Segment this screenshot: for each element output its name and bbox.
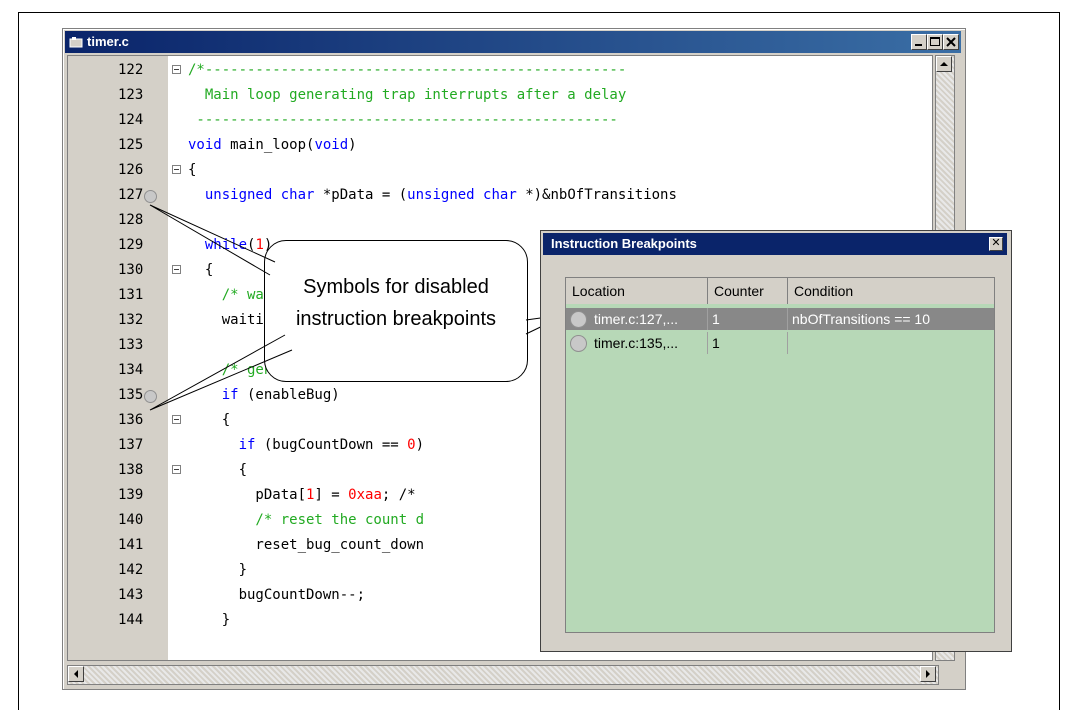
line-number: 141 bbox=[118, 537, 144, 553]
line-number: 122 bbox=[118, 62, 144, 78]
code-line[interactable]: 123 Main loop generating trap interrupts… bbox=[68, 83, 932, 108]
breakpoint-condition: nbOfTransitions == 10 bbox=[792, 311, 931, 327]
code-text: pData[1] = 0xaa; /* bbox=[188, 487, 416, 503]
breakpoint-location: timer.c:127,... bbox=[590, 308, 708, 330]
line-number: 129 bbox=[118, 237, 144, 253]
breakpoint-row[interactable]: timer.c:127,... 1 nbOfTransitions == 10 bbox=[566, 308, 994, 330]
callout-line-2: instruction breakpoints bbox=[295, 308, 497, 330]
breakpoints-table-header: Location Counter Condition bbox=[566, 278, 994, 304]
line-number: 142 bbox=[118, 562, 144, 578]
code-text: Main loop generating trap interrupts aft… bbox=[188, 87, 627, 103]
callout-line-1: Symbols for disabled bbox=[303, 276, 489, 298]
column-header-counter[interactable]: Counter bbox=[708, 278, 788, 304]
code-text: if (bugCountDown == 0) bbox=[238, 437, 425, 453]
disabled-breakpoint-icon bbox=[570, 335, 587, 352]
breakpoint-location: timer.c:135,... bbox=[590, 332, 708, 354]
disabled-breakpoint-icon[interactable] bbox=[144, 190, 157, 203]
line-number: 130 bbox=[118, 262, 144, 278]
arrow-right-icon bbox=[926, 670, 930, 678]
line-number: 124 bbox=[118, 112, 144, 128]
line-number: 138 bbox=[118, 462, 144, 478]
breakpoints-table: Location Counter Condition timer.c:127,.… bbox=[565, 277, 995, 633]
code-text: unsigned char *pData = (unsigned char *)… bbox=[204, 187, 677, 203]
code-line[interactable]: 124 ------------------------------------… bbox=[68, 108, 932, 133]
maximize-icon bbox=[930, 37, 940, 46]
fold-toggle-icon[interactable] bbox=[172, 65, 181, 74]
instruction-breakpoints-window: Instruction Breakpoints ✕ Location Count… bbox=[540, 230, 1012, 652]
arrow-up-icon bbox=[940, 62, 948, 66]
breakpoint-condition bbox=[788, 332, 994, 354]
fold-toggle-icon[interactable] bbox=[172, 265, 181, 274]
code-line[interactable]: 127 unsigned char *pData = (unsigned cha… bbox=[68, 183, 932, 208]
code-line[interactable]: 122 /*-----------------------------------… bbox=[68, 58, 932, 83]
code-text: } bbox=[188, 562, 248, 578]
line-number: 134 bbox=[118, 362, 144, 378]
maximize-button[interactable] bbox=[927, 34, 943, 50]
code-text: void main_loop(void) bbox=[188, 137, 357, 153]
callout-text: Symbols for disabled instruction breakpo… bbox=[265, 271, 527, 335]
line-number: 132 bbox=[118, 312, 144, 328]
code-text: { bbox=[188, 162, 197, 178]
horizontal-scrollbar[interactable] bbox=[67, 665, 939, 685]
line-number: 131 bbox=[118, 287, 144, 303]
code-text: /* reset the count d bbox=[188, 512, 425, 528]
close-icon bbox=[946, 37, 956, 47]
fold-toggle-icon[interactable] bbox=[172, 415, 181, 424]
fold-toggle-icon[interactable] bbox=[172, 165, 181, 174]
disabled-breakpoint-icon bbox=[570, 311, 587, 328]
code-text: reset_bug_count_down bbox=[188, 537, 425, 553]
close-icon: ✕ bbox=[991, 237, 1001, 249]
code-text: { bbox=[188, 412, 231, 428]
breakpoints-title: Instruction Breakpoints bbox=[551, 236, 697, 251]
line-number: 128 bbox=[118, 212, 144, 228]
minimize-icon bbox=[915, 44, 922, 46]
line-number: 126 bbox=[118, 162, 144, 178]
close-button[interactable] bbox=[943, 34, 959, 50]
breakpoints-close-button[interactable]: ✕ bbox=[989, 237, 1003, 251]
code-text: { bbox=[188, 462, 248, 478]
line-number: 133 bbox=[118, 337, 144, 353]
scroll-up-button[interactable] bbox=[936, 56, 952, 72]
column-header-location[interactable]: Location bbox=[566, 278, 708, 304]
annotation-callout: Symbols for disabled instruction breakpo… bbox=[264, 240, 528, 382]
line-number: 139 bbox=[118, 487, 144, 503]
breakpoint-counter: 1 bbox=[708, 332, 788, 354]
line-number: 140 bbox=[118, 512, 144, 528]
arrow-left-icon bbox=[74, 670, 78, 678]
breakpoint-row[interactable]: timer.c:135,... 1 bbox=[566, 332, 994, 354]
file-icon bbox=[69, 37, 83, 48]
minimize-button[interactable] bbox=[911, 34, 927, 50]
code-text: bugCountDown--; bbox=[188, 587, 366, 603]
editor-title: timer.c bbox=[87, 34, 129, 49]
line-number: 144 bbox=[118, 612, 144, 628]
breakpoint-counter: 1 bbox=[708, 308, 788, 330]
editor-titlebar[interactable]: timer.c bbox=[65, 31, 961, 53]
line-number: 125 bbox=[118, 137, 144, 153]
line-number: 143 bbox=[118, 587, 144, 603]
code-line[interactable]: 126 { bbox=[68, 158, 932, 183]
fold-toggle-icon[interactable] bbox=[172, 465, 181, 474]
code-line[interactable]: 125 void main_loop(void) bbox=[68, 133, 932, 158]
code-text: } bbox=[188, 612, 231, 628]
scroll-right-button[interactable] bbox=[920, 666, 936, 682]
code-text: { bbox=[188, 262, 214, 278]
breakpoints-titlebar[interactable]: Instruction Breakpoints ✕ bbox=[543, 233, 1007, 255]
line-number: 136 bbox=[118, 412, 144, 428]
code-text: while(1) bbox=[204, 237, 273, 253]
code-text: /*--------------------------------------… bbox=[188, 62, 627, 78]
line-number: 123 bbox=[118, 87, 144, 103]
code-text: ----------------------------------------… bbox=[188, 112, 618, 128]
line-number: 137 bbox=[118, 437, 144, 453]
figure-caption-strip bbox=[0, 0, 1076, 12]
scroll-left-button[interactable] bbox=[68, 666, 84, 682]
column-header-condition[interactable]: Condition bbox=[788, 278, 994, 304]
code-text: if (enableBug) bbox=[221, 387, 340, 403]
disabled-breakpoint-icon[interactable] bbox=[144, 390, 157, 403]
